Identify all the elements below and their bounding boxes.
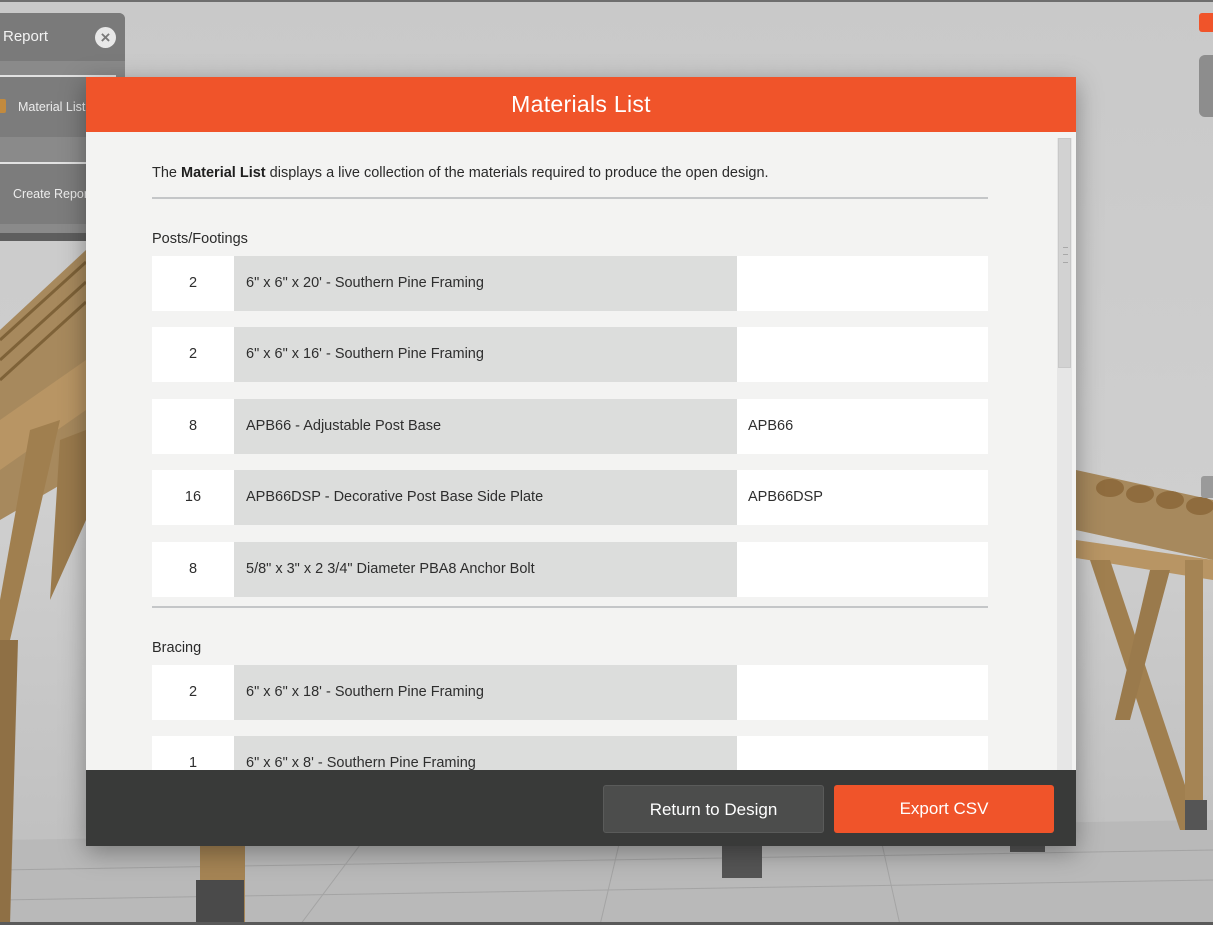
row-code	[737, 542, 988, 597]
section-title-bracing: Bracing	[152, 640, 202, 656]
materials-list-modal: Materials List The Material List display…	[86, 77, 1076, 846]
viewport-top-edge	[0, 0, 1213, 2]
create-report-label: Create Report	[13, 187, 92, 201]
row-code: APB66	[737, 399, 988, 454]
table-row: 16 APB66DSP - Decorative Post Base Side …	[152, 470, 988, 525]
intro-after: displays a live collection of the materi…	[265, 165, 769, 181]
report-panel-header: Report ×	[0, 13, 125, 61]
table-row: 8 APB66 - Adjustable Post Base APB66	[152, 399, 988, 454]
row-code	[737, 665, 988, 720]
row-quantity: 16	[152, 470, 234, 525]
row-code: APB66DSP	[737, 470, 988, 525]
row-code	[737, 736, 988, 770]
table-row: 2 6" x 6" x 20' - Southern Pine Framing	[152, 256, 988, 311]
section-divider	[152, 606, 988, 608]
table-row: 1 6" x 6" x 8' - Southern Pine Framing	[152, 736, 988, 770]
row-description: APB66 - Adjustable Post Base	[234, 399, 737, 454]
row-description: APB66DSP - Decorative Post Base Side Pla…	[234, 470, 737, 525]
row-code	[737, 256, 988, 311]
scrollbar-thumb[interactable]	[1058, 138, 1071, 368]
row-description: 6" x 6" x 18' - Southern Pine Framing	[234, 665, 737, 720]
row-description: 6" x 6" x 20' - Southern Pine Framing	[234, 256, 737, 311]
close-icon[interactable]: ×	[95, 27, 116, 48]
row-description: 6" x 6" x 8' - Southern Pine Framing	[234, 736, 737, 770]
row-description: 5/8" x 3" x 2 3/4" Diameter PBA8 Anchor …	[234, 542, 737, 597]
row-quantity: 2	[152, 256, 234, 311]
row-quantity: 8	[152, 399, 234, 454]
right-panel-toggle[interactable]	[1201, 476, 1213, 498]
section-title-posts-footings: Posts/Footings	[152, 231, 248, 247]
row-code	[737, 327, 988, 382]
modal-body[interactable]: The Material List displays a live collec…	[86, 132, 1076, 770]
modal-scrollbar[interactable]	[1057, 138, 1072, 770]
row-quantity: 1	[152, 736, 234, 770]
report-panel-title: Report	[3, 28, 49, 45]
intro-before: The	[152, 165, 182, 181]
row-description: 6" x 6" x 16' - Southern Pine Framing	[234, 327, 737, 382]
row-quantity: 8	[152, 542, 234, 597]
grip-icon	[1063, 247, 1068, 263]
modal-footer: Return to Design Export CSV	[86, 770, 1076, 846]
table-row: 8 5/8" x 3" x 2 3/4" Diameter PBA8 Ancho…	[152, 542, 988, 597]
row-quantity: 2	[152, 327, 234, 382]
material-list-icon	[0, 99, 6, 113]
view-cube-icon[interactable]	[1199, 55, 1213, 117]
material-list-label: Material List	[18, 100, 86, 114]
table-row: 2 6" x 6" x 18' - Southern Pine Framing	[152, 665, 988, 720]
intro-divider	[152, 197, 988, 199]
row-quantity: 2	[152, 665, 234, 720]
table-row: 2 6" x 6" x 16' - Southern Pine Framing	[152, 327, 988, 382]
intro-bold: Material List	[181, 165, 266, 181]
top-right-orange-button[interactable]	[1199, 13, 1213, 32]
export-csv-button[interactable]: Export CSV	[834, 785, 1054, 833]
return-to-design-button[interactable]: Return to Design	[603, 785, 824, 833]
intro-text: The Material List displays a live collec…	[152, 165, 988, 181]
modal-title: Materials List	[86, 77, 1076, 132]
